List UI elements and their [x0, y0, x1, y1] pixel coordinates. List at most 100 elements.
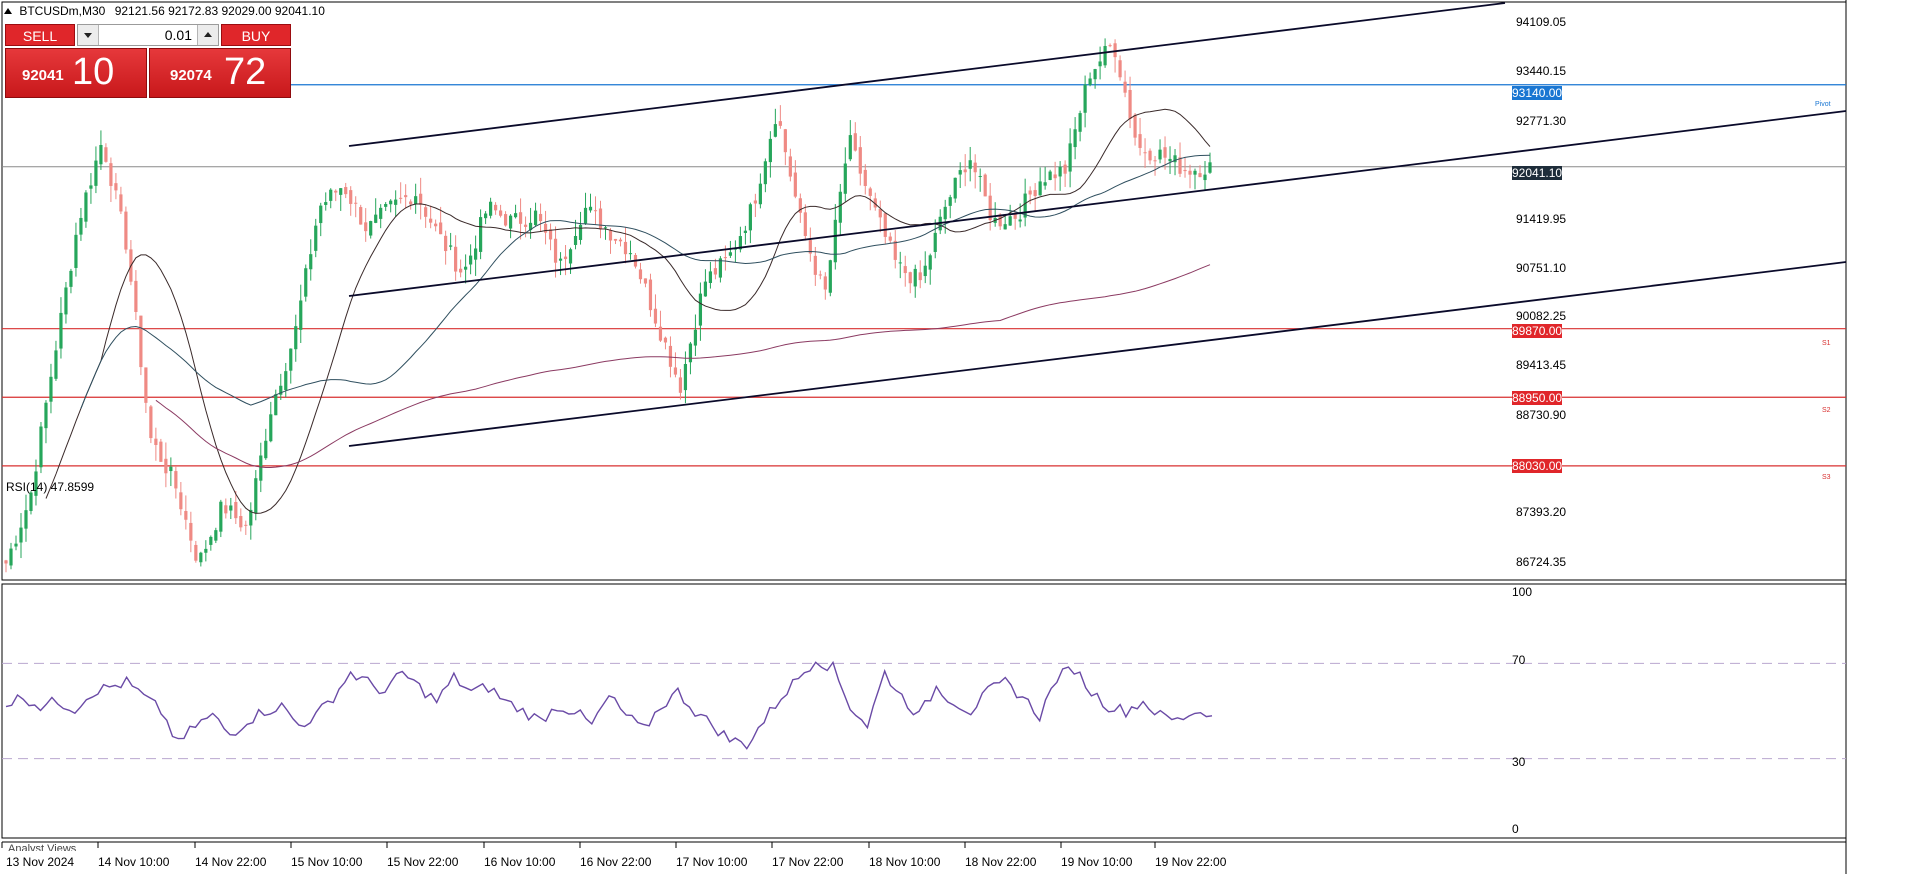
- candle-body: [359, 207, 363, 225]
- lot-increase-button[interactable]: [197, 25, 218, 45]
- candle-body: [199, 552, 203, 563]
- ohlc-values: 92121.56 92172.83 92029.00 92041.10: [114, 4, 325, 18]
- candle-body: [44, 402, 48, 429]
- candle-body: [384, 204, 388, 207]
- candle-body: [863, 169, 867, 186]
- channel-top-line: [348, 2, 1506, 147]
- candle-body: [134, 280, 138, 312]
- candle-body: [758, 183, 762, 205]
- buy-price-small: 92074: [170, 67, 212, 84]
- candle-body: [234, 501, 238, 519]
- candle-body: [4, 560, 8, 564]
- candle-body: [1048, 171, 1052, 180]
- candle-body: [608, 230, 613, 241]
- time-tick: 14 Nov 22:00: [195, 855, 267, 869]
- candle-body: [508, 215, 513, 229]
- candle-body: [434, 223, 438, 227]
- candle-body: [933, 232, 937, 252]
- candle-body: [568, 249, 573, 264]
- candle-body: [943, 206, 947, 220]
- candle-body: [853, 133, 857, 151]
- candle-body: [1108, 45, 1112, 47]
- sell-price-button[interactable]: 92041 10: [5, 48, 147, 98]
- candle-body: [923, 265, 927, 277]
- s3-price-tag: 88030.00: [1512, 459, 1563, 473]
- s1-price-tag: 89870.00: [1512, 324, 1563, 338]
- candle-body: [968, 160, 972, 169]
- candle-body: [264, 440, 268, 459]
- price-tick: 90082.25: [1516, 309, 1567, 323]
- price-tick: 86724.35: [1516, 555, 1567, 569]
- candle-body: [523, 224, 528, 227]
- candle-body: [1188, 170, 1192, 175]
- candle-body: [184, 511, 188, 520]
- chevron-down-icon: [84, 33, 92, 38]
- candle-body: [229, 505, 233, 511]
- ma-slow-line: [155, 264, 1211, 468]
- candle-body: [663, 337, 668, 343]
- candle-body: [1138, 134, 1142, 148]
- price-tick: 87393.20: [1516, 505, 1567, 519]
- candle-body: [14, 543, 18, 547]
- lot-decrease-button[interactable]: [78, 25, 99, 45]
- candle-body: [1163, 147, 1167, 158]
- candle-body: [1053, 174, 1057, 179]
- candle-body: [284, 371, 288, 390]
- candle-body: [379, 207, 383, 219]
- candle-body: [24, 510, 28, 529]
- channel-middle-line: [348, 110, 1847, 297]
- candle-body: [64, 287, 68, 315]
- price-tick: 88730.90: [1516, 408, 1567, 422]
- time-tick: 13 Nov 2024: [6, 855, 75, 869]
- candle-body: [1123, 81, 1127, 93]
- candle-body: [399, 197, 403, 199]
- candle-body: [753, 200, 757, 204]
- candle-body: [638, 269, 643, 280]
- price-tick: 93440.15: [1516, 64, 1567, 78]
- candle-body: [164, 458, 168, 474]
- candle-body: [94, 160, 98, 186]
- candle-body: [459, 268, 463, 273]
- candle-body: [978, 176, 982, 178]
- time-tick: 19 Nov 10:00: [1061, 855, 1133, 869]
- chart-canvas[interactable]: [0, 0, 1916, 874]
- candle-body: [254, 478, 258, 514]
- candle-body: [953, 177, 957, 199]
- pivot-line-label: Pivot: [1815, 101, 1831, 108]
- candle-body: [588, 206, 593, 211]
- candle-body: [553, 238, 558, 263]
- candle-body: [119, 194, 123, 212]
- candle-body: [858, 147, 862, 174]
- buy-price-button[interactable]: 92074 72: [149, 48, 291, 98]
- candle-body: [1073, 129, 1077, 148]
- collapse-triangle-icon[interactable]: [4, 8, 12, 14]
- candle-body: [89, 185, 93, 189]
- candle-body: [214, 530, 218, 541]
- candle-body: [578, 224, 583, 240]
- candle-body: [374, 214, 378, 223]
- candle-body: [898, 262, 902, 264]
- time-tick: 16 Nov 10:00: [484, 855, 556, 869]
- time-tick: 17 Nov 22:00: [772, 855, 844, 869]
- candle-body: [1198, 173, 1202, 178]
- candle-body: [1003, 224, 1007, 230]
- candle-body: [124, 211, 128, 250]
- candle-body: [533, 210, 538, 226]
- sell-button[interactable]: SELL: [5, 24, 75, 46]
- analyst-views-label[interactable]: Analyst Views: [8, 843, 76, 851]
- candle-body: [823, 276, 827, 290]
- candle-body: [104, 147, 108, 162]
- candle-body: [54, 350, 58, 379]
- candle-body: [503, 214, 508, 226]
- lot-size-input[interactable]: [100, 25, 196, 45]
- candle-body: [1103, 46, 1107, 66]
- sell-price-big: 10: [72, 51, 115, 93]
- candle-body: [1148, 150, 1152, 161]
- candle-body: [558, 258, 563, 261]
- candle-body: [673, 367, 678, 375]
- lot-size-control: [77, 24, 219, 46]
- buy-button[interactable]: BUY: [221, 24, 291, 46]
- candle-body: [339, 188, 343, 195]
- candle-body: [1033, 190, 1037, 197]
- candle-body: [49, 376, 53, 402]
